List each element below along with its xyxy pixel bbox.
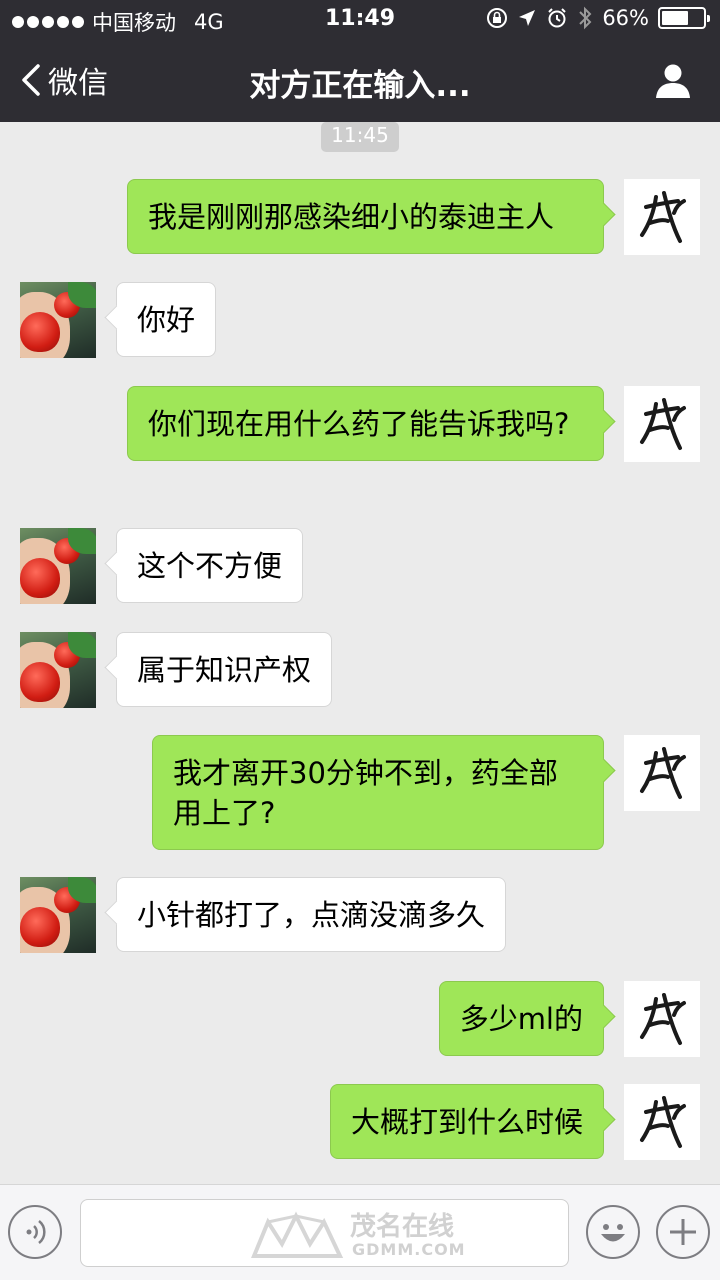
voice-icon — [26, 1220, 46, 1244]
message-text: 你好 — [137, 303, 196, 337]
message-input[interactable] — [80, 1199, 569, 1267]
status-bar: 中国移动 4G 11:49 66% — [0, 0, 720, 40]
rotation-lock-icon — [487, 8, 508, 28]
message-text: 小针都打了，点滴没滴多久 — [137, 898, 486, 932]
message-text: 大概打到什么时候 — [350, 1105, 583, 1139]
contact-avatar[interactable] — [20, 528, 96, 604]
my-avatar[interactable] — [624, 1084, 700, 1160]
outgoing-message[interactable]: 多少ml的 — [438, 981, 604, 1056]
contact-avatar[interactable] — [20, 632, 96, 708]
more-options-button[interactable] — [656, 1205, 710, 1259]
voice-input-button[interactable] — [8, 1205, 62, 1259]
outgoing-message[interactable]: 我才离开30分钟不到，药全部用上了? — [152, 735, 604, 850]
chat-title: 对方正在输入... — [249, 68, 471, 104]
contact-avatar[interactable] — [20, 877, 96, 953]
smiley-icon — [601, 1224, 625, 1242]
alarm-icon — [548, 8, 567, 28]
outgoing-message[interactable]: 大概打到什么时候 — [329, 1084, 604, 1159]
calligraphy-avatar-icon — [640, 191, 686, 243]
message-timestamp: 11:45 — [321, 122, 399, 152]
contact-profile-icon[interactable] — [654, 62, 692, 100]
location-icon — [519, 10, 536, 26]
message-text: 你们现在用什么药了能告诉我吗? — [148, 407, 570, 441]
my-avatar[interactable] — [624, 179, 700, 255]
calligraphy-avatar-icon — [640, 747, 686, 799]
calligraphy-avatar-icon — [640, 993, 686, 1045]
battery-icon — [658, 7, 710, 29]
my-avatar[interactable] — [624, 735, 700, 811]
contact-avatar[interactable] — [20, 282, 96, 358]
incoming-message[interactable]: 这个不方便 — [116, 528, 304, 603]
top-bar: 中国移动 4G 11:49 66% 微信 对方正在输入... — [0, 0, 720, 122]
message-text: 我是刚刚那感染细小的泰迪主人 — [148, 200, 555, 234]
incoming-message[interactable]: 你好 — [116, 282, 217, 357]
message-text: 属于知识产权 — [137, 653, 312, 687]
outgoing-message[interactable]: 你们现在用什么药了能告诉我吗? — [127, 386, 604, 461]
my-avatar[interactable] — [624, 386, 700, 462]
nav-bar: 微信 对方正在输入... — [0, 40, 720, 122]
plus-icon — [670, 1219, 696, 1245]
my-avatar[interactable] — [624, 981, 700, 1057]
incoming-message[interactable]: 属于知识产权 — [116, 632, 333, 707]
bluetooth-icon — [579, 6, 592, 30]
status-right: 66% — [486, 6, 710, 30]
calligraphy-avatar-icon — [640, 1096, 686, 1148]
battery-percent: 66% — [602, 6, 649, 30]
emoji-button[interactable] — [586, 1205, 640, 1259]
message-text: 多少ml的 — [459, 1002, 583, 1036]
message-text: 这个不方便 — [137, 549, 283, 583]
incoming-message[interactable]: 小针都打了，点滴没滴多久 — [116, 877, 507, 952]
input-bar — [0, 1184, 720, 1280]
message-text: 我才离开30分钟不到，药全部用上了? — [173, 756, 558, 830]
chat-area[interactable]: 11:45 我是刚刚那感染细小的泰迪主人 你好 你们现在用什么药了能告诉我吗? … — [0, 122, 720, 1184]
calligraphy-avatar-icon — [640, 398, 686, 450]
outgoing-message[interactable]: 我是刚刚那感染细小的泰迪主人 — [127, 179, 604, 254]
